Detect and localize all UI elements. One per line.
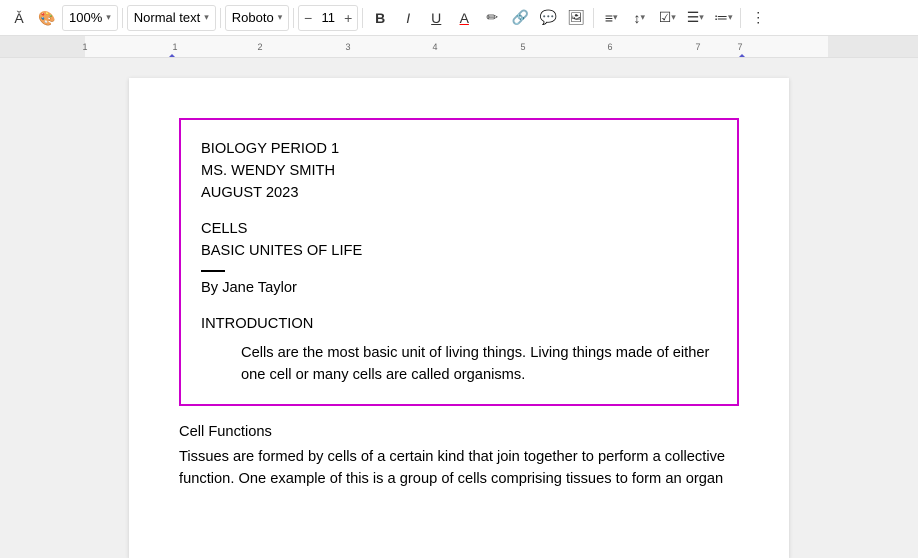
numbered-list-dropdown[interactable]: ≔ ▾ — [710, 5, 736, 31]
svg-text:3: 3 — [345, 42, 350, 52]
font-color-button[interactable]: A — [451, 5, 477, 31]
font-size-value[interactable]: 11 — [317, 10, 339, 25]
numbered-list-icon: ≔ — [714, 9, 728, 26]
line-spacing-dropdown[interactable]: ↕ ▾ — [626, 5, 652, 31]
italic-button[interactable]: I — [395, 5, 421, 31]
image-icon: 🖼 — [567, 9, 585, 26]
svg-text:6: 6 — [607, 42, 612, 52]
doc-date: AUGUST 2023 — [201, 182, 717, 204]
font-dropdown[interactable]: Roboto ▾ — [225, 5, 289, 31]
image-button[interactable]: 🖼 — [563, 5, 589, 31]
separator-2 — [220, 8, 221, 28]
separator-3 — [293, 8, 294, 28]
align-icon: ≡ — [605, 10, 613, 26]
font-size-decrease-button[interactable]: − — [299, 5, 317, 31]
svg-text:4: 4 — [432, 42, 437, 52]
font-size-increase-button[interactable]: + — [339, 5, 357, 31]
svg-text:2: 2 — [257, 42, 262, 52]
paint-format-icon[interactable]: 🎨 — [34, 5, 60, 31]
bullets-dropdown[interactable]: ☰ ▾ — [682, 5, 708, 31]
font-value: Roboto — [232, 10, 274, 25]
doc-tissues-para: Tissues are formed by cells of a certain… — [179, 446, 739, 490]
text-style-value: Normal text — [134, 10, 200, 25]
line-spacing-icon: ↕ — [633, 10, 640, 26]
text-style-chevron-icon: ▾ — [204, 12, 209, 23]
doc-period: BIOLOGY PERIOD 1 — [201, 138, 717, 160]
document-area: BIOLOGY PERIOD 1 MS. WENDY SMITH AUGUST … — [0, 58, 918, 558]
highlight-icon: ✏ — [486, 9, 498, 26]
bullets-icon: ☰ — [687, 9, 700, 26]
separator-1 — [122, 8, 123, 28]
more-options-icon: ⋮ — [751, 9, 765, 26]
doc-cell-functions-heading: Cell Functions — [179, 424, 739, 440]
doc-title-line2: BASIC UNITES OF LIFE — [201, 240, 717, 262]
svg-text:1: 1 — [82, 42, 87, 52]
ruler-svg: 1 1 2 3 4 5 6 7 7 — [0, 36, 918, 58]
align-dropdown[interactable]: ≡ ▾ — [598, 5, 624, 31]
doc-author: By Jane Taylor — [201, 280, 717, 296]
doc-title: CELLS BASIC UNITES OF LIFE — [201, 218, 717, 262]
zoom-value: 100% — [69, 10, 102, 25]
svg-text:1: 1 — [172, 42, 177, 52]
separator-6 — [740, 8, 741, 28]
zoom-chevron-icon: ▾ — [106, 12, 111, 23]
comment-icon: 💬 — [540, 9, 557, 26]
separator-4 — [362, 8, 363, 28]
selected-text-block[interactable]: BIOLOGY PERIOD 1 MS. WENDY SMITH AUGUST … — [179, 118, 739, 406]
bullets-chevron-icon: ▾ — [699, 12, 704, 23]
more-options-button[interactable]: ⋮ — [745, 5, 771, 31]
checklist-chevron-icon: ▾ — [671, 12, 676, 23]
text-style-dropdown[interactable]: Normal text ▾ — [127, 5, 216, 31]
link-button[interactable]: 🔗 — [507, 5, 533, 31]
separator-5 — [593, 8, 594, 28]
zoom-dropdown[interactable]: 100% ▾ — [62, 5, 118, 31]
spacing-chevron-icon: ▾ — [640, 12, 645, 23]
font-size-control: − 11 + — [298, 5, 358, 31]
numbered-chevron-icon: ▾ — [728, 12, 733, 23]
doc-intro-para: Cells are the most basic unit of living … — [201, 342, 717, 386]
highlight-button[interactable]: ✏ — [479, 5, 505, 31]
align-chevron-icon: ▾ — [613, 12, 618, 23]
spellcheck-icon[interactable]: Ǎ — [6, 5, 32, 31]
font-chevron-icon: ▾ — [278, 12, 283, 23]
doc-teacher: MS. WENDY SMITH — [201, 160, 717, 182]
bold-button[interactable]: B — [367, 5, 393, 31]
link-icon: 🔗 — [512, 9, 529, 26]
underline-button[interactable]: U — [423, 5, 449, 31]
doc-heading: BIOLOGY PERIOD 1 MS. WENDY SMITH AUGUST … — [201, 138, 717, 204]
toolbar: Ǎ 🎨 100% ▾ Normal text ▾ Roboto ▾ − 11 … — [0, 0, 918, 36]
svg-text:7: 7 — [695, 42, 700, 52]
doc-divider — [201, 270, 225, 272]
checklist-dropdown[interactable]: ☑ ▾ — [654, 5, 680, 31]
svg-text:7: 7 — [737, 42, 742, 52]
comment-button[interactable]: 💬 — [535, 5, 561, 31]
document-page[interactable]: BIOLOGY PERIOD 1 MS. WENDY SMITH AUGUST … — [129, 78, 789, 558]
ruler: 1 1 2 3 4 5 6 7 7 — [0, 36, 918, 58]
doc-title-line1: CELLS — [201, 218, 717, 240]
font-color-label: A — [460, 10, 469, 26]
svg-text:5: 5 — [520, 42, 525, 52]
checklist-icon: ☑ — [659, 9, 672, 26]
doc-section-title: INTRODUCTION — [201, 316, 717, 332]
